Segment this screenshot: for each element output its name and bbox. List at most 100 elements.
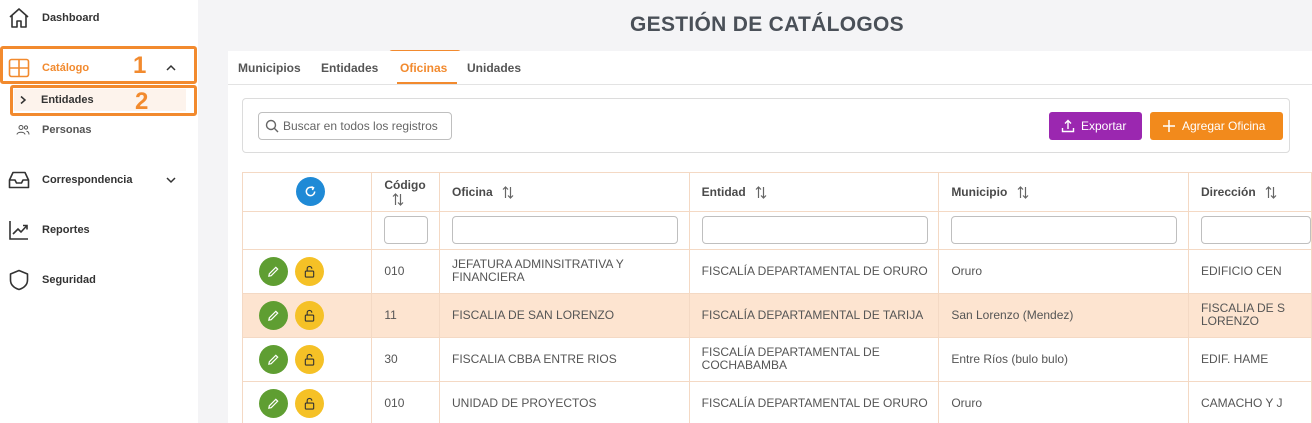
home-icon <box>9 8 29 28</box>
edit-button[interactable] <box>259 388 288 418</box>
sidebar-item-label: Dashboard <box>42 12 100 24</box>
table-row[interactable]: 010 JEFATURA ADMINSITRATIVA Y FINANCIERA… <box>243 249 1312 294</box>
search-input[interactable] <box>283 119 451 133</box>
column-header-label: Dirección <box>1200 184 1256 199</box>
sidebar-item-label: Reportes <box>42 224 90 236</box>
row-actions <box>243 381 373 423</box>
filter-cell <box>439 211 690 250</box>
page-title: GESTIÓN DE CATÁLOGOS <box>630 13 904 36</box>
sidebar-item-seguridad[interactable]: Seguridad <box>0 268 198 292</box>
inbox-icon <box>8 171 30 189</box>
cell-direccion: EDIF. HAME <box>1188 337 1312 382</box>
sidebar-item-dashboard[interactable]: Dashboard <box>0 6 198 30</box>
cell-entidad: FISCALÍA DEPARTAMENTAL DE TARIJA <box>689 293 940 338</box>
pencil-icon <box>268 265 279 277</box>
sidebar-item-catalogo[interactable]: Catálogo <box>0 56 198 80</box>
filter-direccion-input[interactable] <box>1200 216 1311 244</box>
row-actions <box>243 337 373 382</box>
column-header-direccion[interactable]: Dirección <box>1188 173 1312 212</box>
cell-oficina: FISCALIA DE SAN LORENZO <box>439 293 690 338</box>
sort-icon[interactable] <box>502 186 514 199</box>
refresh-button[interactable] <box>296 177 325 207</box>
lock-button[interactable] <box>295 388 324 418</box>
edit-button[interactable] <box>259 300 288 330</box>
sidebar-item-label: Seguridad <box>42 274 96 286</box>
upload-icon <box>1061 119 1075 133</box>
filter-cell <box>689 211 940 250</box>
column-header-label: Código <box>384 177 426 192</box>
tab-entidades[interactable]: Entidades <box>321 61 378 75</box>
tab-municipios[interactable]: Municipios <box>238 61 301 75</box>
cell-entidad: FISCALÍA DEPARTAMENTAL DE ORURO <box>689 249 940 294</box>
filter-municipio-input[interactable] <box>951 216 1178 244</box>
chevron-down-icon[interactable] <box>164 173 178 187</box>
annotation-number-2: 2 <box>135 88 149 115</box>
tab-unidades[interactable]: Unidades <box>467 61 521 75</box>
column-header-label: Entidad <box>701 184 746 199</box>
cell-direccion: FISCALIA DE S LORENZO <box>1188 293 1312 338</box>
cell-codigo: 010 <box>371 249 440 294</box>
lock-button[interactable] <box>295 344 324 374</box>
search-box[interactable] <box>258 112 452 140</box>
tab-bar: Municipios Entidades Oficinas Unidades <box>228 51 1312 85</box>
sidebar-subitem-entidades[interactable]: Entidades <box>14 89 186 111</box>
tab-oficinas[interactable]: Oficinas <box>400 61 447 75</box>
filter-codigo-input[interactable] <box>384 216 429 244</box>
pencil-icon <box>268 397 279 409</box>
lock-button[interactable] <box>295 300 324 330</box>
cell-direccion: CAMACHO Y J <box>1188 381 1312 423</box>
export-button-label: Exportar <box>1081 119 1127 133</box>
table-row[interactable]: 010 UNIDAD DE PROYECTOS FISCALÍA DEPARTA… <box>243 381 1312 423</box>
refresh-icon <box>305 186 316 197</box>
cell-codigo: 11 <box>371 293 440 338</box>
cell-codigo: 010 <box>371 381 440 423</box>
actions-header <box>243 173 373 212</box>
annotation-number-1: 1 <box>133 52 147 79</box>
table-row[interactable]: 30 FISCALIA CBBA ENTRE RIOS FISCALÍA DEP… <box>243 337 1312 382</box>
filter-cell <box>938 211 1189 250</box>
table-row[interactable]: 11 FISCALIA DE SAN LORENZO FISCALÍA DEPA… <box>243 293 1312 338</box>
cell-codigo: 30 <box>371 337 440 382</box>
column-header-municipio[interactable]: Municipio <box>938 173 1189 212</box>
cell-oficina: UNIDAD DE PROYECTOS <box>439 381 690 423</box>
sidebar-subitem-label: Entidades <box>41 94 94 106</box>
column-header-oficina[interactable]: Oficina <box>439 173 690 212</box>
cell-oficina: JEFATURA ADMINSITRATIVA Y FINANCIERA <box>439 249 690 294</box>
add-oficina-button[interactable]: Agregar Oficina <box>1150 112 1283 140</box>
column-header-entidad[interactable]: Entidad <box>689 173 940 212</box>
edit-button[interactable] <box>259 344 288 374</box>
cell-entidad: FISCALÍA DEPARTAMENTAL DE ORURO <box>689 381 940 423</box>
pencil-icon <box>268 309 279 321</box>
lock-button[interactable] <box>295 256 324 286</box>
grid-icon <box>8 58 30 78</box>
edit-button[interactable] <box>259 256 288 286</box>
cell-municipio: San Lorenzo (Mendez) <box>938 293 1189 338</box>
sidebar-item-label: Correspondencia <box>42 174 133 186</box>
unlock-icon <box>304 309 315 322</box>
sidebar-item-label: Catálogo <box>42 62 90 74</box>
sort-icon[interactable] <box>755 186 767 199</box>
export-button[interactable]: Exportar <box>1049 112 1142 140</box>
search-icon <box>265 119 279 133</box>
chevron-right-icon <box>20 95 27 105</box>
sidebar-item-correspondencia[interactable]: Correspondencia <box>0 168 198 192</box>
plus-icon <box>1163 120 1175 132</box>
sort-icon[interactable] <box>392 193 404 206</box>
filter-oficina-input[interactable] <box>452 216 678 244</box>
filter-row <box>243 211 1312 250</box>
column-header-codigo[interactable]: Código <box>371 173 440 212</box>
filter-entidad-input[interactable] <box>701 216 928 244</box>
chevron-up-icon[interactable] <box>164 61 178 75</box>
people-icon <box>16 125 30 135</box>
filter-cell <box>371 211 440 250</box>
toolbar: Exportar Agregar Oficina <box>242 98 1290 153</box>
active-tab-indicator <box>397 82 457 84</box>
sort-icon[interactable] <box>1265 186 1277 199</box>
shield-icon <box>9 269 29 291</box>
sort-icon[interactable] <box>1017 186 1029 199</box>
sidebar-item-reportes[interactable]: Reportes <box>0 218 198 242</box>
pencil-icon <box>268 353 279 365</box>
column-header-label: Oficina <box>452 184 493 199</box>
sidebar-subitem-personas[interactable]: Personas <box>14 119 186 141</box>
add-button-label: Agregar Oficina <box>1182 119 1266 133</box>
